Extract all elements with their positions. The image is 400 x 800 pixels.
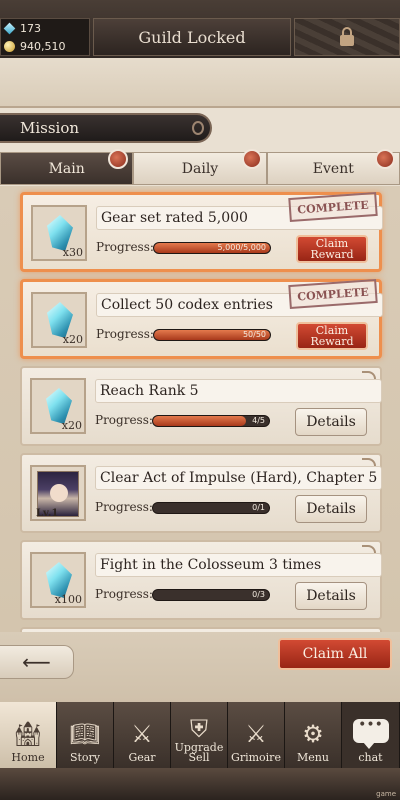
nav-story-label: Story: [69, 751, 101, 764]
progress-bar: 0/3: [152, 589, 270, 601]
claim-all-button[interactable]: Claim All: [278, 638, 392, 670]
nav-grimoire-label: Grimoire: [231, 751, 281, 764]
nav-gear-label: Gear: [128, 751, 156, 764]
reward-quantity: x30: [62, 246, 83, 259]
mission-list[interactable]: x30 Gear set rated 5,000 COMPLETE Progre…: [0, 186, 400, 632]
progress-bar: 50/50: [153, 329, 271, 341]
crossed-swords-icon: ⚔: [245, 720, 267, 748]
nav-upgrade-sell-label: Upgrade Sell: [174, 741, 224, 764]
gold-counter: 940,510: [1, 37, 89, 55]
gem-counter: 173: [1, 19, 89, 37]
progress-bar: 0/1: [152, 502, 270, 514]
details-button[interactable]: Details: [295, 408, 367, 436]
mission-card: x100 Fight in the Colosseum 3 times Prog…: [20, 540, 382, 620]
ornament-icon: [192, 121, 204, 135]
notification-badge-icon: [241, 149, 262, 169]
gold-coin-icon: [4, 40, 15, 52]
currency-panel: 173 940,510: [0, 18, 90, 56]
claim-reward-button[interactable]: Claim Reward: [296, 235, 368, 263]
nav-home-label: Home: [11, 751, 45, 764]
footer-tag: game: [376, 790, 396, 798]
mission-title: Reach Rank 5: [95, 379, 382, 403]
mission-title: Fight in the Colosseum 3 times: [95, 553, 382, 577]
reward-quantity: x20: [62, 333, 83, 346]
progress-bar: 4/5: [152, 415, 270, 427]
progress-label: Progress:: [96, 327, 154, 341]
guild-label: Guild Locked: [138, 27, 246, 47]
lock-icon: [340, 26, 354, 46]
nav-menu[interactable]: ⚙ Menu: [285, 702, 342, 768]
top-bar: 173 940,510 Guild Locked: [0, 0, 400, 58]
progress-label: Progress:: [95, 413, 153, 427]
mission-title: Clear Act of Impulse (Hard), Chapter 5: [95, 466, 382, 490]
book-icon: 📖︎: [69, 720, 101, 748]
progress-value: 0/3: [252, 590, 265, 599]
armor-icon: ⚔: [131, 720, 153, 748]
details-button[interactable]: Details: [295, 582, 367, 610]
details-button[interactable]: Details: [295, 495, 367, 523]
progress-value: 4/5: [252, 416, 265, 425]
gem-icon: [3, 22, 16, 34]
bottom-nav: 🏰︎ Home 📖︎ Story ⚔ Gear ⛨ Upgrade Sell ⚔…: [0, 702, 400, 768]
guild-lock-panel: [294, 18, 400, 56]
tab-main-label: Main: [48, 160, 85, 177]
reward-quantity: x100: [54, 593, 82, 606]
mission-card: x30 Gear set rated 5,000 COMPLETE Progre…: [20, 191, 383, 272]
guild-button[interactable]: Guild Locked: [93, 18, 291, 56]
notification-badge-icon: [374, 149, 395, 169]
nav-grimoire[interactable]: ⚔ Grimoire: [228, 702, 285, 768]
mission-header: Mission: [0, 113, 212, 143]
reward-quantity: x20: [61, 419, 82, 432]
progress-value: 5,000/5,000: [217, 243, 267, 252]
reward-icon-frame: x100: [30, 552, 86, 608]
tab-event[interactable]: Event: [266, 149, 400, 185]
gem-count: 173: [20, 21, 41, 35]
bottom-strip: game: [0, 768, 400, 800]
tab-event-label: Event: [312, 160, 354, 177]
nav-chat-label: chat: [358, 751, 383, 764]
reward-icon-frame: x20: [30, 378, 86, 434]
mission-card: x20 Collect 50 codex entries COMPLETE Pr…: [20, 278, 383, 359]
nav-gear[interactable]: ⚔ Gear: [114, 702, 171, 768]
tab-main[interactable]: Main: [0, 149, 134, 185]
gears-icon: ⚙: [302, 720, 324, 748]
progress-bar: 5,000/5,000: [153, 242, 271, 254]
notification-badge-icon: [108, 149, 129, 169]
progress-value: 0/1: [252, 503, 265, 512]
shield-upgrade-icon: ⛨: [190, 715, 208, 743]
header-parchment: [0, 58, 400, 108]
progress-label: Progress:: [95, 587, 153, 601]
back-button[interactable]: ⟵: [0, 645, 74, 679]
progress-fill: [153, 416, 246, 426]
page-title: Mission: [20, 119, 80, 137]
mission-card: Lv.1 Clear Act of Impulse (Hard), Chapte…: [20, 453, 382, 533]
reward-icon-frame: x20: [31, 292, 87, 348]
progress-value: 50/50: [242, 330, 266, 339]
back-arrow-icon: ⟵: [22, 650, 51, 674]
reward-level: Lv.1: [36, 508, 59, 519]
claim-reward-button[interactable]: Claim Reward: [296, 322, 368, 350]
castle-icon: 🏰︎: [12, 720, 44, 748]
progress-label: Progress:: [95, 500, 153, 514]
nav-chat[interactable]: ••• chat: [342, 702, 400, 768]
mission-card: x20 Reach Rank 5 Progress: 4/5 Details: [20, 366, 382, 446]
nav-home[interactable]: 🏰︎ Home: [0, 702, 57, 768]
chat-bubble-icon: •••: [352, 718, 389, 749]
tab-daily-label: Daily: [181, 160, 219, 177]
gold-count: 940,510: [20, 39, 66, 53]
progress-label: Progress:: [96, 240, 154, 254]
nav-story[interactable]: 📖︎ Story: [57, 702, 114, 768]
reward-icon-frame: Lv.1: [30, 465, 86, 521]
mission-tabs: Main Daily Event: [0, 149, 400, 185]
nav-menu-label: Menu: [297, 751, 329, 764]
reward-icon-frame: x30: [31, 205, 87, 261]
nav-upgrade-sell[interactable]: ⛨ Upgrade Sell: [171, 702, 228, 768]
tab-daily[interactable]: Daily: [133, 149, 267, 185]
